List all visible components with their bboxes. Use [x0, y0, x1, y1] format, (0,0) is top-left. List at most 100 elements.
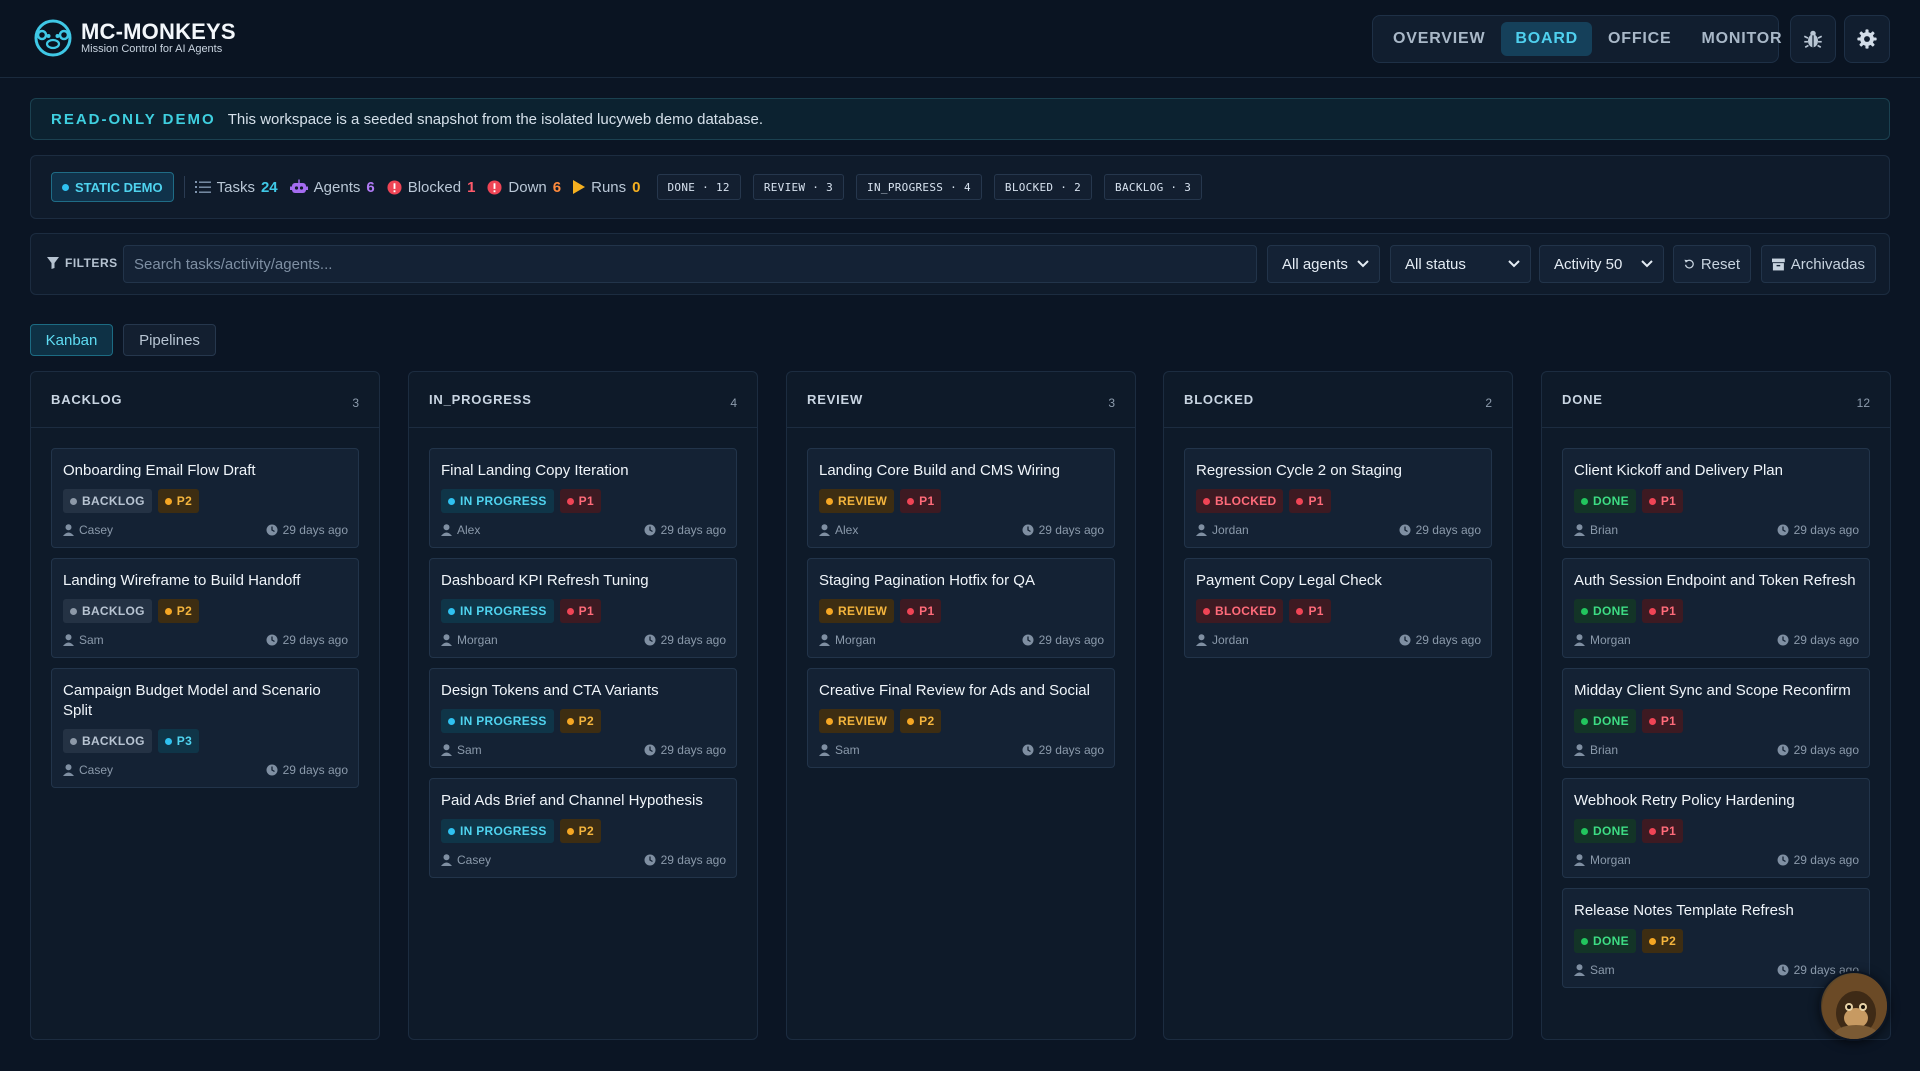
user-icon: [1574, 634, 1585, 646]
task-tags: DONE P1: [1574, 709, 1859, 733]
status-dot-icon: [1581, 827, 1588, 835]
task-assignee: Casey: [63, 763, 113, 777]
assistant-avatar[interactable]: [1819, 971, 1889, 1041]
time-ago: 29 days ago: [1793, 633, 1859, 647]
task-meta: Morgan 29 days ago: [1574, 633, 1859, 647]
time-ago: 29 days ago: [282, 763, 348, 777]
priority-badge-label: P1: [1660, 494, 1677, 508]
status-chip-in-progress[interactable]: IN_PROGRESS · 4: [856, 174, 982, 200]
task-card[interactable]: Landing Core Build and CMS Wiring REVIEW P…: [807, 448, 1115, 548]
priority-badge: P1: [559, 599, 601, 623]
task-tags: REVIEW P2: [819, 709, 1104, 733]
archived-label: Archivadas: [1790, 255, 1865, 273]
task-card[interactable]: Creative Final Review for Ads and Social…: [807, 668, 1115, 768]
time-ago: 29 days ago: [660, 853, 726, 867]
status-chip-done[interactable]: DONE · 12: [656, 174, 741, 200]
task-tags: BACKLOG P2: [63, 489, 348, 513]
tasks-label: Tasks: [216, 178, 255, 196]
status-badge-label: BLOCKED: [1215, 604, 1277, 618]
task-card[interactable]: Staging Pagination Hotfix for QA REVIEW P1…: [807, 558, 1115, 658]
status-select[interactable]: All status: [1390, 245, 1531, 283]
task-meta: Brian 29 days ago: [1574, 523, 1859, 537]
time-ago: 29 days ago: [660, 743, 726, 757]
archived-button[interactable]: Archivadas: [1761, 245, 1876, 283]
settings-button[interactable]: [1844, 15, 1890, 63]
clock-icon: [1777, 744, 1789, 756]
agents-select[interactable]: All agents: [1267, 245, 1380, 283]
brand[interactable]: MC-MONKEYS Mission Control for AI Agents: [33, 18, 236, 58]
task-meta: Casey 29 days ago: [63, 763, 348, 777]
task-card[interactable]: Webhook Retry Policy Hardening DONE P1 Morg…: [1562, 778, 1870, 878]
reset-label: Reset: [1700, 255, 1740, 273]
tab-kanban[interactable]: Kanban: [30, 324, 113, 356]
user-icon: [441, 854, 452, 866]
task-card[interactable]: Dashboard KPI Refresh Tuning IN PROGRESS P…: [429, 558, 737, 658]
status-badge: IN PROGRESS: [441, 709, 554, 733]
card-list: Client Kickoff and Delivery Plan DONE P1 Br…: [1562, 448, 1870, 998]
status-dot-icon: [1203, 607, 1210, 615]
priority-badge: P1: [900, 489, 942, 513]
activity-select[interactable]: Activity 50: [1539, 245, 1664, 283]
stat-agents: Agents 6: [289, 178, 375, 196]
priority-badge-label: P1: [578, 494, 594, 508]
status-badge: BLOCKED: [1196, 489, 1284, 513]
debug-button[interactable]: [1790, 15, 1836, 63]
nav-tab-monitor[interactable]: MONITOR: [1688, 22, 1797, 56]
task-card[interactable]: Paid Ads Brief and Channel Hypothesis IN …: [429, 778, 737, 878]
task-assignee: Sam: [819, 743, 860, 757]
clock-icon: [1022, 524, 1034, 536]
status-select-value: All status: [1405, 255, 1466, 273]
assignee-name: Sam: [79, 633, 104, 647]
task-card[interactable]: Release Notes Template Refresh DONE P2 Sam 2…: [1562, 888, 1870, 988]
task-title: Final Landing Copy Iteration: [441, 462, 629, 479]
search-input[interactable]: [123, 245, 1257, 283]
task-card[interactable]: Campaign Budget Model and Scenario Split…: [51, 668, 359, 788]
task-assignee: Jordan: [1196, 633, 1249, 647]
task-card[interactable]: Auth Session Endpoint and Token Refresh D…: [1562, 558, 1870, 658]
clock-icon: [1777, 524, 1789, 536]
priority-dot-icon: [566, 497, 574, 505]
task-card[interactable]: Midday Client Sync and Scope Reconfirm DO…: [1562, 668, 1870, 768]
agents-label: Agents: [313, 178, 361, 196]
stat-runs: Runs 0: [573, 179, 641, 196]
priority-badge: P1: [1641, 599, 1684, 623]
task-card[interactable]: Final Landing Copy Iteration IN PROGRESS P…: [429, 448, 737, 548]
task-card[interactable]: Payment Copy Legal Check BLOCKED P1 Jordan 2…: [1184, 558, 1492, 658]
reset-button[interactable]: Reset: [1673, 245, 1751, 283]
task-card[interactable]: Client Kickoff and Delivery Plan DONE P1 Br…: [1562, 448, 1870, 548]
task-card[interactable]: Onboarding Email Flow Draft BACKLOG P2 Case…: [51, 448, 359, 548]
tab-pipelines[interactable]: Pipelines: [123, 324, 216, 356]
user-icon: [819, 744, 830, 756]
nav-tab-overview[interactable]: OVERVIEW: [1379, 22, 1499, 56]
task-assignee: Jordan: [1196, 523, 1249, 537]
task-meta: Sam 29 days ago: [63, 633, 348, 647]
task-assignee: Brian: [1574, 743, 1618, 757]
status-dot-icon: [826, 497, 833, 505]
task-tags: BACKLOG P2: [63, 599, 348, 623]
status-badge-label: IN PROGRESS: [460, 824, 547, 838]
column-header: BACKLOG 3: [31, 372, 379, 428]
priority-dot-icon: [1648, 827, 1656, 835]
status-chip-backlog[interactable]: BACKLOG · 3: [1104, 174, 1203, 200]
nav-tab-board[interactable]: BOARD: [1501, 22, 1593, 56]
task-card[interactable]: Landing Wireframe to Build Handoff BACKLO…: [51, 558, 359, 658]
nav-tab-office[interactable]: OFFICE: [1594, 22, 1685, 56]
status-chip-review[interactable]: REVIEW · 3: [752, 174, 845, 200]
task-card[interactable]: Design Tokens and CTA Variants IN PROGRES…: [429, 668, 737, 768]
column-done: DONE 12 Client Kickoff and Delivery Plan DO…: [1541, 371, 1891, 1040]
priority-dot-icon: [566, 607, 574, 615]
clock-icon: [644, 744, 656, 756]
user-icon: [819, 634, 830, 646]
task-tags: IN PROGRESS P1: [441, 599, 726, 623]
status-chip-blocked[interactable]: BLOCKED · 2: [993, 174, 1093, 200]
task-tags: DONE P1: [1574, 819, 1859, 843]
task-time: 29 days ago: [266, 763, 348, 777]
time-ago: 29 days ago: [1038, 633, 1104, 647]
task-time: 29 days ago: [1399, 523, 1481, 537]
status-badge: BLOCKED: [1196, 599, 1284, 623]
task-assignee: Alex: [819, 523, 858, 537]
task-card[interactable]: Regression Cycle 2 on Staging BLOCKED P1 Jo…: [1184, 448, 1492, 548]
status-badge-label: BACKLOG: [82, 734, 145, 748]
task-title: Landing Wireframe to Build Handoff: [63, 572, 301, 589]
status-badge: IN PROGRESS: [441, 599, 554, 623]
